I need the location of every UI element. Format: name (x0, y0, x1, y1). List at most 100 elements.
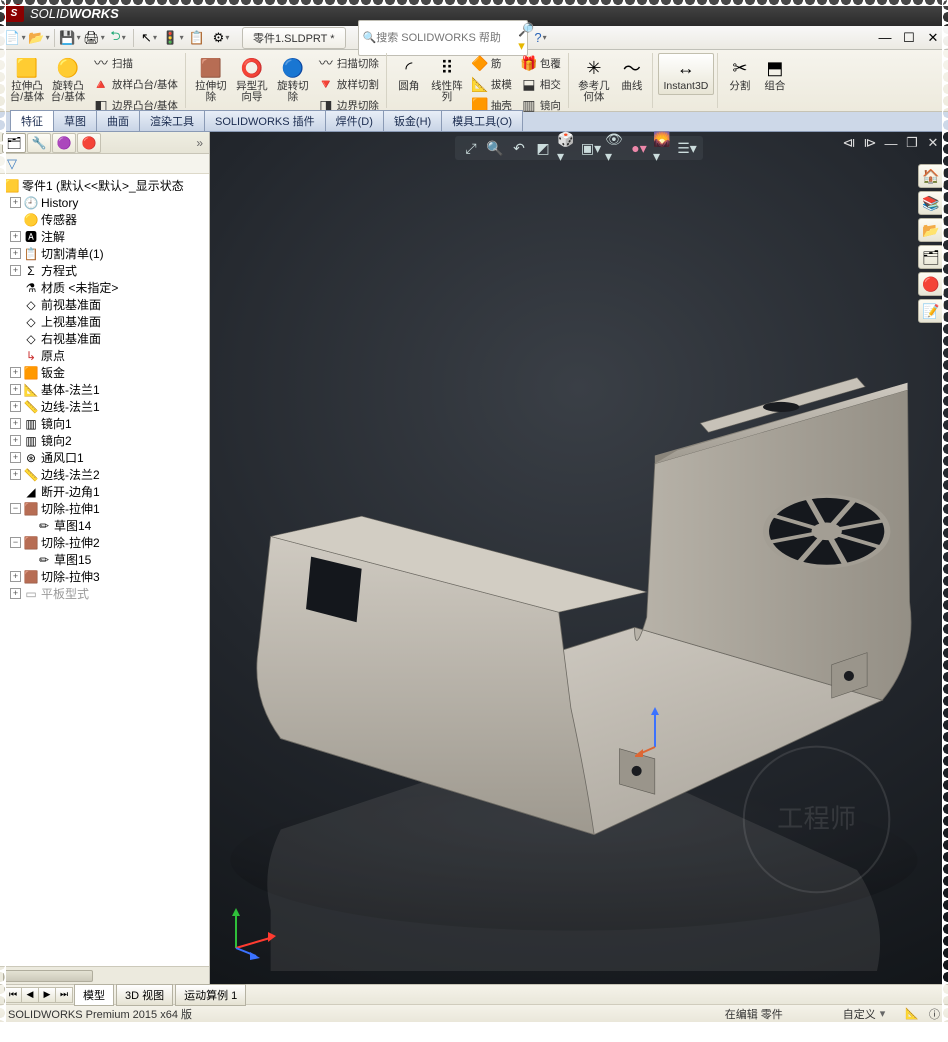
status-info-icon[interactable]: ⓘ (929, 1006, 940, 1022)
tab-addins[interactable]: SOLIDWORKS 插件 (204, 110, 326, 131)
expand-icon[interactable]: + (10, 588, 21, 599)
status-dropdown-icon[interactable]: ▾ (880, 1007, 886, 1020)
tree-vent1[interactable]: +⊛通风口1 (2, 449, 209, 466)
draft-button[interactable]: 📐拔模 (468, 74, 516, 94)
display-tab[interactable]: 🔴 (77, 133, 101, 153)
combine-button[interactable]: ⬒组合 (758, 53, 792, 95)
tab-surfaces[interactable]: 曲面 (96, 110, 140, 131)
tree-sketch14[interactable]: ✏草图14 (2, 517, 209, 534)
help-search-input[interactable] (376, 32, 518, 44)
tree-mirror2[interactable]: +▥镜向2 (2, 432, 209, 449)
tree-plane-top[interactable]: ◇上视基准面 (2, 313, 209, 330)
tree-history[interactable]: +🕘History (2, 194, 209, 211)
undo-button[interactable]: ⮌▾ (107, 28, 129, 48)
tab-render[interactable]: 渲染工具 (139, 110, 205, 131)
intersect-button[interactable]: ⬓相交 (517, 74, 565, 94)
settings-button[interactable]: ⚙▾ (210, 28, 232, 48)
tab-model[interactable]: 模型 (74, 984, 114, 1006)
curves-button[interactable]: 〜曲线 (615, 53, 649, 95)
rebuild-button[interactable]: 🚦▾ (162, 28, 184, 48)
tab-mold[interactable]: 模具工具(O) (441, 110, 523, 131)
status-unit-icon[interactable]: 📐 (905, 1007, 919, 1020)
collapse-icon[interactable]: − (10, 503, 21, 514)
loft-cut-button[interactable]: 🔻放样切割 (314, 74, 383, 94)
tree-edgeflange2[interactable]: +📏边线-法兰2 (2, 466, 209, 483)
tree-sensors[interactable]: 🟡传感器 (2, 211, 209, 228)
expand-icon[interactable]: + (10, 418, 21, 429)
config-tab[interactable]: 🟣 (52, 133, 76, 153)
tree-flatpattern[interactable]: +▭平板型式 (2, 585, 209, 602)
print-button[interactable]: 🖨▾ (83, 28, 105, 48)
tree-plane-right[interactable]: ◇右视基准面 (2, 330, 209, 347)
tree-origin[interactable]: ↳原点 (2, 347, 209, 364)
linear-pattern-button[interactable]: ⠿线性阵列 (427, 53, 467, 106)
ref-geometry-button[interactable]: ✳参考几何体 (574, 53, 614, 106)
fillet-button[interactable]: ◜圆角 (392, 53, 426, 95)
hole-wizard-button[interactable]: ⭕异型孔向导 (232, 53, 272, 106)
tree-sheetmetal[interactable]: +🟧钣金 (2, 364, 209, 381)
instant3d-button[interactable]: ↔Instant3D (658, 53, 714, 95)
tree-equations[interactable]: +Σ方程式 (2, 262, 209, 279)
sweep-cut-button[interactable]: 〰扫描切除 (314, 53, 383, 73)
expand-icon[interactable]: + (10, 248, 21, 259)
tree-cutlist[interactable]: +📋切割清单(1) (2, 245, 209, 262)
tab-sheetmetal[interactable]: 钣金(H) (383, 110, 442, 131)
tab-prev-button[interactable]: ◀ (21, 987, 39, 1003)
close-button[interactable]: ✕ (922, 28, 944, 48)
help-button[interactable]: ?▾ (530, 28, 552, 48)
tab-next-button[interactable]: ▶ (38, 987, 56, 1003)
tab-first-button[interactable]: ⏮ (4, 987, 22, 1003)
options-button[interactable]: 📋 (186, 28, 208, 48)
maximize-button[interactable]: ☐ (898, 28, 920, 48)
tree-sketch15[interactable]: ✏草图15 (2, 551, 209, 568)
expand-icon[interactable]: + (10, 384, 21, 395)
expand-icon[interactable]: + (10, 197, 21, 208)
document-tab[interactable]: 零件1.SLDPRT * (242, 27, 346, 49)
feature-tree[interactable]: 🟨零件1 (默认<<默认>_显示状态 +🕘History 🟡传感器 +🅰注解 +… (0, 174, 209, 966)
tab-sketch[interactable]: 草图 (53, 110, 97, 131)
scrollbar-thumb[interactable] (3, 970, 93, 982)
sweep-button[interactable]: 〰扫描 (89, 53, 182, 73)
tree-material[interactable]: ⚗材质 <未指定> (2, 279, 209, 296)
expand-icon[interactable]: + (10, 231, 21, 242)
expand-icon[interactable]: + (10, 571, 21, 582)
loft-boss-button[interactable]: 🔺放样凸台/基体 (89, 74, 182, 94)
tab-features[interactable]: 特征 (10, 110, 54, 131)
help-search[interactable]: 🔍 🔎▾ (358, 20, 528, 56)
expand-icon[interactable]: + (10, 401, 21, 412)
tab-3d-view[interactable]: 3D 视图 (116, 984, 173, 1006)
expand-icon[interactable]: + (10, 452, 21, 463)
tree-baseflange1[interactable]: +📐基体-法兰1 (2, 381, 209, 398)
graphics-viewport[interactable]: ⧏ ⧐ — ❐ ✕ ⤢ 🔍 ↶ ◩ 🎲▾ ▣▾ 👁▾ ●▾ 🌄▾ ☰▾ 🏠 📚 … (210, 132, 948, 984)
tree-cutextrude2[interactable]: −🟫切除-拉伸2 (2, 534, 209, 551)
tab-weldments[interactable]: 焊件(D) (325, 110, 384, 131)
tab-last-button[interactable]: ⏭ (55, 987, 73, 1003)
status-custom[interactable]: 自定义 (843, 1006, 876, 1022)
rib-button[interactable]: 🔶筋 (468, 53, 516, 73)
tree-cutextrude3[interactable]: +🟫切除-拉伸3 (2, 568, 209, 585)
tree-mirror1[interactable]: +▥镜向1 (2, 415, 209, 432)
revolve-boss-button[interactable]: 🟡旋转凸台/基体 (48, 53, 88, 106)
extrude-cut-button[interactable]: 🟫拉伸切除 (191, 53, 231, 106)
extrude-boss-button[interactable]: 🟨拉伸凸台/基体 (7, 53, 47, 106)
tree-edgeflange1[interactable]: +📏边线-法兰1 (2, 398, 209, 415)
new-button[interactable]: 📄▾ (4, 28, 26, 48)
feature-tree-tab[interactable]: 🗂 (2, 133, 26, 153)
expand-panel-icon[interactable]: » (192, 136, 207, 150)
open-button[interactable]: 📂▾ (28, 28, 50, 48)
filter-icon[interactable]: ▽ (3, 156, 21, 172)
expand-icon[interactable]: + (10, 435, 21, 446)
save-button[interactable]: 💾▾ (59, 28, 81, 48)
tree-root[interactable]: 🟨零件1 (默认<<默认>_显示状态 (2, 177, 209, 194)
mirror-button[interactable]: ▥镜向 (517, 95, 565, 115)
expand-icon[interactable]: + (10, 367, 21, 378)
tree-plane-front[interactable]: ◇前视基准面 (2, 296, 209, 313)
tab-motion-study[interactable]: 运动算例 1 (175, 984, 246, 1006)
split-button[interactable]: ✂分割 (723, 53, 757, 95)
tree-breakcorner1[interactable]: ◢断开-边角1 (2, 483, 209, 500)
revolve-cut-button[interactable]: 🔵旋转切除 (273, 53, 313, 106)
collapse-icon[interactable]: − (10, 537, 21, 548)
expand-icon[interactable]: + (10, 469, 21, 480)
select-button[interactable]: ↖▾ (138, 28, 160, 48)
wrap-button[interactable]: 🎁包覆 (517, 53, 565, 73)
